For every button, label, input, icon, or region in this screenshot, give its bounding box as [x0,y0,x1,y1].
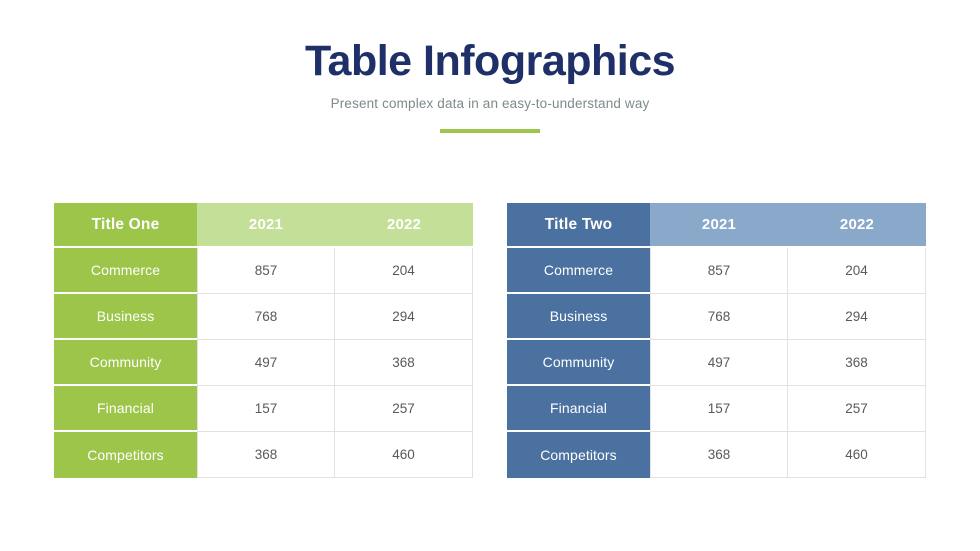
value-cell-2022[interactable]: 257 [335,386,473,432]
value-cell-2021[interactable]: 497 [650,340,788,386]
value-cell-2021[interactable]: 157 [197,386,335,432]
value-cell-2022[interactable]: 204 [335,248,473,294]
column-header-year[interactable]: 2021 [197,203,335,248]
row-label-cell[interactable]: Financial [54,386,197,432]
column-header-year[interactable]: 2022 [335,203,473,248]
table-row: Business 768 294 [54,294,473,340]
row-label-cell[interactable]: Competitors [54,432,197,478]
column-header-year[interactable]: 2021 [650,203,788,248]
value-cell-2021[interactable]: 768 [650,294,788,340]
slide-canvas: Table Infographics Present complex data … [0,0,980,551]
table-header-row: Title Two 2021 2022 [507,203,926,248]
value-cell-2022[interactable]: 368 [335,340,473,386]
table-row: Community 497 368 [507,340,926,386]
accent-divider [440,129,540,134]
page-title: Table Infographics [304,37,676,85]
table-row: Commerce 857 204 [507,248,926,294]
row-label-cell[interactable]: Commerce [54,248,197,294]
value-cell-2021[interactable]: 368 [650,432,788,478]
value-cell-2022[interactable]: 204 [788,248,926,294]
row-label-cell[interactable]: Community [54,340,197,386]
row-label-cell[interactable]: Financial [507,386,650,432]
slide-header: Table Infographics Present complex data … [0,0,980,134]
table-blue: Title Two 2021 2022 Commerce 857 204 Business 7… [507,203,926,478]
row-label-cell[interactable]: Community [507,340,650,386]
value-cell-2022[interactable]: 460 [788,432,926,478]
table-row: Commerce 857 204 [54,248,473,294]
table-header-row: Title One 2021 2022 [54,203,473,248]
value-cell-2021[interactable]: 157 [650,386,788,432]
table-row: Financial 157 257 [54,386,473,432]
page-subtitle: Present complex data in an easy-to-under… [330,96,650,112]
value-cell-2021[interactable]: 857 [650,248,788,294]
value-cell-2022[interactable]: 460 [335,432,473,478]
tables-container: Title One 2021 2022 Commerce 857 204 Business 7… [0,203,980,478]
table-title-header[interactable]: Title One [54,203,197,248]
row-label-cell[interactable]: Commerce [507,248,650,294]
row-label-cell[interactable]: Competitors [507,432,650,478]
column-header-year[interactable]: 2022 [788,203,926,248]
table-row: Business 768 294 [507,294,926,340]
value-cell-2021[interactable]: 497 [197,340,335,386]
table-row: Financial 157 257 [507,386,926,432]
value-cell-2022[interactable]: 257 [788,386,926,432]
table-title-header[interactable]: Title Two [507,203,650,248]
value-cell-2022[interactable]: 294 [788,294,926,340]
value-cell-2022[interactable]: 294 [335,294,473,340]
row-label-cell[interactable]: Business [54,294,197,340]
value-cell-2021[interactable]: 768 [197,294,335,340]
table-row: Competitors 368 460 [54,432,473,478]
table-row: Competitors 368 460 [507,432,926,478]
value-cell-2021[interactable]: 857 [197,248,335,294]
table-green: Title One 2021 2022 Commerce 857 204 Business 7… [54,203,473,478]
row-label-cell[interactable]: Business [507,294,650,340]
value-cell-2022[interactable]: 368 [788,340,926,386]
value-cell-2021[interactable]: 368 [197,432,335,478]
table-row: Community 497 368 [54,340,473,386]
